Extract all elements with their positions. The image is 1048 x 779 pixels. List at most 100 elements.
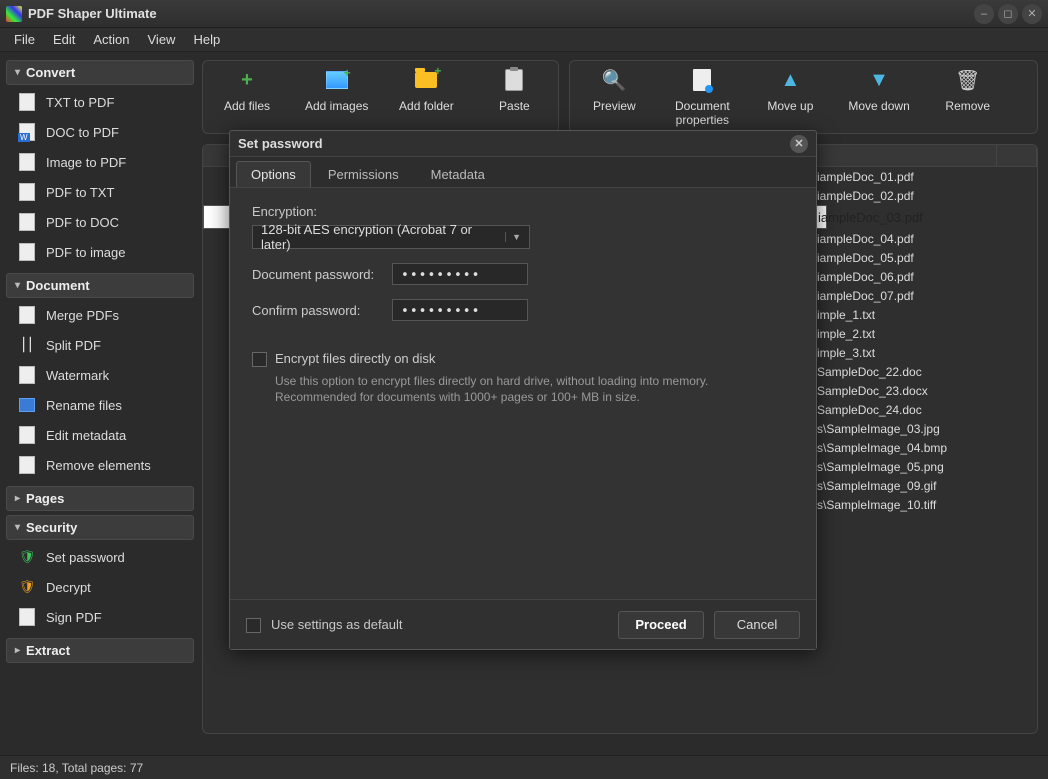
file-name: iampleDoc_06.pdf	[817, 270, 914, 284]
col-thumb[interactable]	[203, 145, 231, 166]
sidebar-item-label: TXT to PDF	[46, 95, 114, 110]
sidebar-item-label: Split PDF	[46, 338, 101, 353]
add-images-button[interactable]: Add images	[305, 67, 368, 127]
col-extra[interactable]	[997, 145, 1037, 166]
file-name: iampleDoc_03.pdf	[818, 210, 923, 225]
menubar: File Edit Action View Help	[0, 28, 1048, 52]
sidebar-item-label: Image to PDF	[46, 155, 126, 170]
sidebar-remove-elements[interactable]: Remove elements	[6, 450, 194, 480]
file-name: s\SampleImage_10.tiff	[817, 498, 936, 512]
sidebar-item-label: Sign PDF	[46, 610, 102, 625]
close-button[interactable]: ✕	[1022, 4, 1042, 24]
group-extract[interactable]: ▸ Extract	[6, 638, 194, 663]
tab-metadata[interactable]: Metadata	[416, 161, 500, 187]
chevron-down-icon: ▾	[15, 280, 20, 291]
toolbtn-label: Preview	[593, 99, 636, 113]
file-name: s\SampleImage_09.gif	[817, 479, 936, 493]
minimize-button[interactable]: –	[974, 4, 994, 24]
trash-icon: 🗑	[955, 67, 981, 93]
watermark-icon	[18, 366, 36, 384]
sidebar-watermark[interactable]: Watermark	[6, 360, 194, 390]
use-default-checkbox[interactable]	[246, 618, 261, 633]
remove-button[interactable]: 🗑 Remove	[938, 67, 998, 127]
status-text: Files: 18, Total pages: 77	[10, 761, 143, 775]
sidebar-pdf-to-txt[interactable]: PDF to TXT	[6, 177, 194, 207]
sidebar-merge-pdfs[interactable]: Merge PDFs	[6, 300, 194, 330]
menu-edit[interactable]: Edit	[45, 30, 83, 49]
sidebar-item-label: Remove elements	[46, 458, 151, 473]
move-up-button[interactable]: ▲Move up	[760, 67, 820, 127]
toolbar-left: +Add files Add images Add folder Paste	[202, 60, 559, 134]
paste-button[interactable]: Paste	[484, 67, 544, 127]
set-password-dialog: Set password ✕ Options Permissions Metad…	[229, 130, 817, 650]
toolbar-right: 🔍Preview Document properties ▲Move up ▼M…	[569, 60, 1038, 134]
sidebar-split-pdf[interactable]: ⎮⎮Split PDF	[6, 330, 194, 360]
file-name: imple_2.txt	[817, 327, 875, 341]
menu-action[interactable]: Action	[85, 30, 137, 49]
add-files-button[interactable]: +Add files	[217, 67, 277, 127]
dialog-footer: Use settings as default Proceed Cancel	[230, 599, 816, 649]
menu-file[interactable]: File	[6, 30, 43, 49]
sidebar-sign-pdf[interactable]: Sign PDF	[6, 602, 194, 632]
sidebar-txt-to-pdf[interactable]: TXT to PDF	[6, 87, 194, 117]
encrypt-directly-hint: Use this option to encrypt files directl…	[275, 373, 755, 405]
cancel-button[interactable]: Cancel	[714, 611, 800, 639]
sidebar-item-label: Rename files	[46, 398, 122, 413]
toolbtn-label: Remove	[945, 99, 990, 113]
sidebar-set-password[interactable]: 🛡Set password	[6, 542, 194, 572]
merge-icon	[18, 306, 36, 324]
dialog-close-button[interactable]: ✕	[790, 135, 808, 153]
group-pages-label: Pages	[26, 491, 64, 506]
sidebar-pdf-to-doc[interactable]: PDF to DOC	[6, 207, 194, 237]
tab-permissions[interactable]: Permissions	[313, 161, 414, 187]
sidebar-image-to-pdf[interactable]: Image to PDF	[6, 147, 194, 177]
toolbtn-label: Move up	[767, 99, 813, 113]
move-down-button[interactable]: ▼Move down	[848, 67, 909, 127]
shield-check-icon: 🛡	[18, 548, 36, 566]
image-page-icon	[18, 153, 36, 171]
chevron-right-icon: ▸	[15, 645, 20, 656]
encryption-selected-value: 128-bit AES encryption (Acrobat 7 or lat…	[261, 222, 505, 252]
sidebar: ▾Convert TXT to PDF DOC to PDF Image to …	[0, 52, 200, 755]
toolbtn-label: Add files	[224, 99, 270, 113]
group-document[interactable]: ▾Document	[6, 273, 194, 298]
encrypt-directly-checkbox[interactable]	[252, 352, 267, 367]
toolbtn-label: Add images	[305, 99, 368, 113]
sign-icon	[18, 608, 36, 626]
dialog-titlebar: Set password ✕	[230, 131, 816, 157]
use-default-label: Use settings as default	[271, 617, 403, 632]
proceed-button[interactable]: Proceed	[618, 611, 704, 639]
menu-help[interactable]: Help	[185, 30, 228, 49]
file-name: s\SampleImage_03.jpg	[817, 422, 940, 436]
doc-properties-button[interactable]: Document properties	[672, 67, 732, 127]
pdf-page-icon	[18, 183, 36, 201]
toolbtn-label: Document properties	[675, 99, 730, 127]
add-folder-icon	[413, 67, 439, 93]
menu-view[interactable]: View	[140, 30, 184, 49]
titlebar: PDF Shaper Ultimate – ◻ ✕	[0, 0, 1048, 28]
group-security[interactable]: ▾Security	[6, 515, 194, 540]
group-security-label: Security	[26, 520, 77, 535]
add-folder-button[interactable]: Add folder	[396, 67, 456, 127]
group-extract-label: Extract	[26, 643, 70, 658]
sidebar-rename-files[interactable]: Rename files	[6, 390, 194, 420]
file-name: iampleDoc_04.pdf	[817, 232, 914, 246]
group-pages[interactable]: ▸Pages	[6, 486, 194, 511]
sidebar-item-label: PDF to DOC	[46, 215, 119, 230]
sidebar-edit-metadata[interactable]: Edit metadata	[6, 420, 194, 450]
add-images-icon	[324, 67, 350, 93]
group-convert[interactable]: ▾Convert	[6, 60, 194, 85]
clipboard-icon	[501, 67, 527, 93]
rename-icon	[18, 396, 36, 414]
tab-options[interactable]: Options	[236, 161, 311, 187]
maximize-button[interactable]: ◻	[998, 4, 1018, 24]
sidebar-pdf-to-image[interactable]: PDF to image	[6, 237, 194, 267]
file-name: iampleDoc_07.pdf	[817, 289, 914, 303]
encrypt-directly-label: Encrypt files directly on disk	[275, 351, 435, 366]
sidebar-decrypt[interactable]: 🛡Decrypt	[6, 572, 194, 602]
doc-password-input[interactable]: •••••••••	[392, 263, 528, 285]
confirm-password-input[interactable]: •••••••••	[392, 299, 528, 321]
encryption-select[interactable]: 128-bit AES encryption (Acrobat 7 or lat…	[252, 225, 530, 249]
preview-button[interactable]: 🔍Preview	[584, 67, 644, 127]
sidebar-doc-to-pdf[interactable]: DOC to PDF	[6, 117, 194, 147]
